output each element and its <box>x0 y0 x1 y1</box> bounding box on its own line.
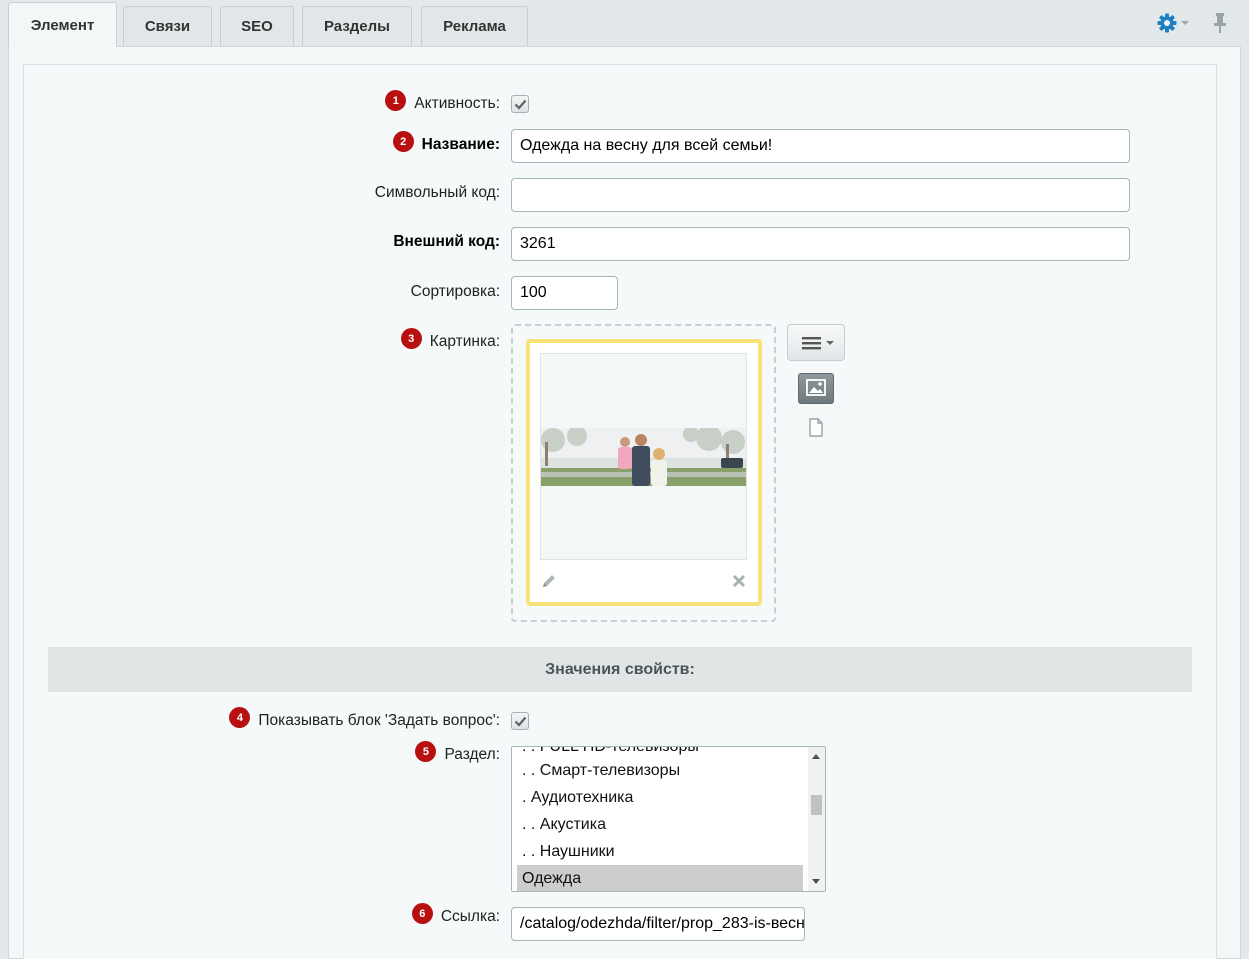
settings-button[interactable] <box>1157 12 1193 34</box>
name-label: 2 Название: <box>392 131 500 155</box>
listbox-scrollbar[interactable] <box>808 747 825 891</box>
step-badge-2: 2 <box>392 131 414 152</box>
link-label: 6 Ссылка: <box>411 903 500 927</box>
gear-icon <box>1157 13 1189 33</box>
section-label-text: Раздел: <box>444 745 500 763</box>
tab-seo[interactable]: SEO <box>220 6 294 46</box>
close-icon[interactable] <box>731 573 747 589</box>
active-label-text: Активность: <box>414 94 500 112</box>
tab-bar: Элемент Связи SEO Разделы Реклама <box>0 0 1249 47</box>
sort-label: Сортировка: <box>410 283 500 300</box>
list-item-selected[interactable]: Одежда <box>517 865 803 891</box>
active-checkbox[interactable] <box>511 95 529 113</box>
image-icon <box>806 379 826 396</box>
sort-input[interactable]: 100 <box>511 276 618 310</box>
list-item[interactable]: . Аудиотехника <box>517 784 803 811</box>
pin-icon <box>1214 13 1226 33</box>
scroll-down-icon[interactable] <box>812 879 820 884</box>
ask-block-label-text: Показывать блок 'Задать вопрос': <box>258 711 500 729</box>
step-badge-3: 3 <box>400 328 422 349</box>
active-label: 1 Активность: <box>385 90 500 114</box>
pin-button[interactable] <box>1211 12 1229 34</box>
link-label-text: Ссылка: <box>440 907 500 925</box>
section-label: 5 Раздел: <box>415 741 500 765</box>
list-item[interactable]: . . Наушники <box>517 838 803 865</box>
code-label: Символьный код: <box>374 184 500 201</box>
external-code-label: Внешний код: <box>393 233 500 250</box>
external-code-input[interactable]: 3261 <box>511 227 1130 261</box>
checkmark-icon <box>514 99 527 110</box>
picture-label: 3 Картинка: <box>400 328 500 352</box>
image-mode-button[interactable] <box>798 373 834 404</box>
tab-sections[interactable]: Разделы <box>302 6 412 46</box>
step-badge-1: 1 <box>385 90 407 111</box>
tab-advertising[interactable]: Реклама <box>421 6 528 46</box>
chevron-down-icon <box>1181 21 1189 25</box>
pencil-icon[interactable] <box>540 572 558 590</box>
picture-menu-button[interactable] <box>787 324 845 361</box>
family-photo-image <box>541 428 746 486</box>
section-listbox[interactable]: . . FULL HD-телевизоры . . Смарт-телевиз… <box>511 746 826 892</box>
tab-links[interactable]: Связи <box>123 6 212 46</box>
step-badge-5: 5 <box>415 741 437 762</box>
properties-section-header: Значения свойств: <box>48 647 1192 692</box>
scroll-up-icon[interactable] <box>812 754 820 759</box>
list-item[interactable]: . . Смарт-телевизоры <box>517 757 803 784</box>
tab-element[interactable]: Элемент <box>8 2 117 47</box>
link-input[interactable]: /catalog/odezhda/filter/prop_283-is-весн… <box>511 907 805 941</box>
list-item[interactable]: . . Акустика <box>517 811 803 838</box>
ask-block-label: 4 Показывать блок 'Задать вопрос': <box>229 707 500 731</box>
ask-block-checkbox[interactable] <box>511 712 529 730</box>
picture-label-text: Картинка: <box>429 332 500 350</box>
scroll-thumb[interactable] <box>811 795 822 815</box>
code-input[interactable] <box>511 178 1130 212</box>
name-label-text: Название: <box>421 135 500 153</box>
file-icon[interactable] <box>808 418 824 437</box>
step-badge-4: 4 <box>229 707 251 728</box>
menu-icon <box>802 337 834 350</box>
step-badge-6: 6 <box>411 903 433 924</box>
name-input[interactable]: Одежда на весну для всей семьи! <box>511 129 1130 163</box>
checkmark-icon <box>514 716 527 727</box>
